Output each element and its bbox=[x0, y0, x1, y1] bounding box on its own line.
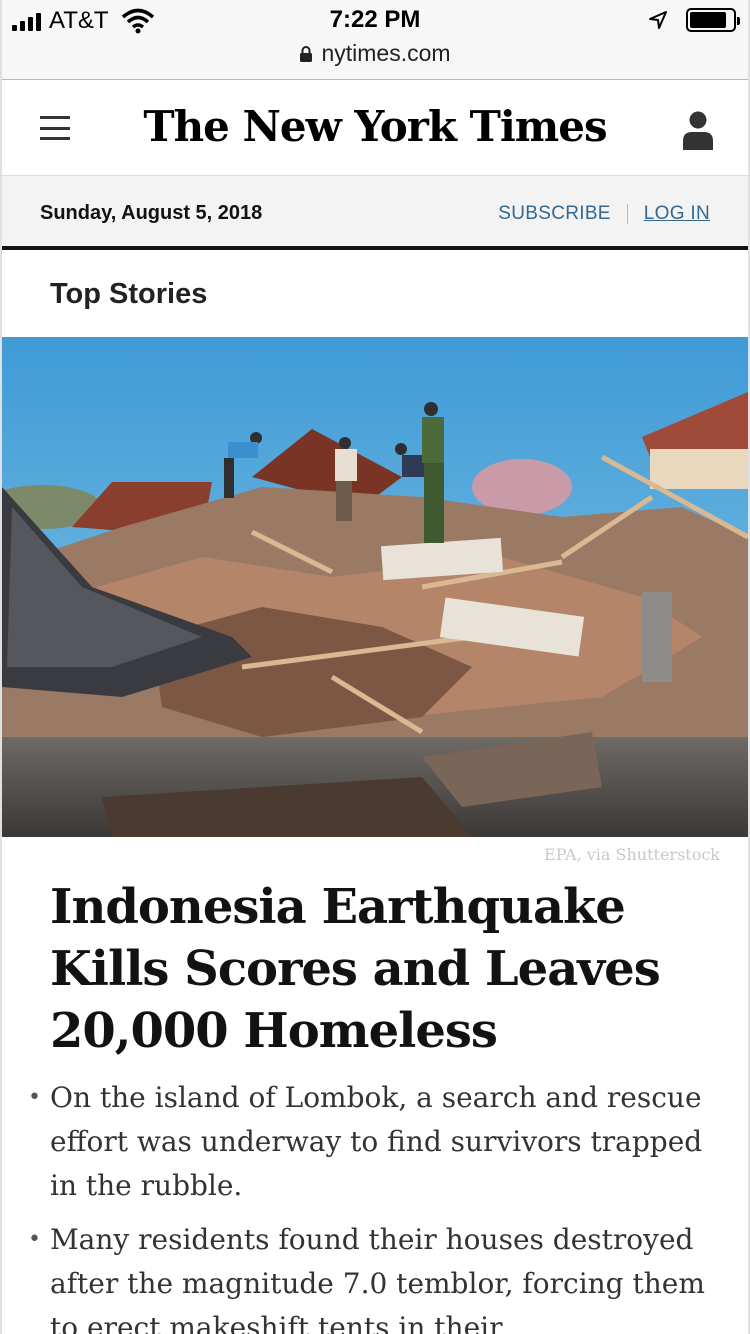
login-link[interactable]: LOG IN bbox=[644, 203, 710, 225]
battery-icon bbox=[686, 8, 740, 32]
lock-icon bbox=[300, 45, 313, 62]
address-bar[interactable]: nytimes.com bbox=[0, 40, 750, 67]
story-photo[interactable] bbox=[2, 337, 748, 837]
summary-bullet: Many residents found their houses destro… bbox=[28, 1218, 728, 1334]
url-text: nytimes.com bbox=[321, 40, 451, 66]
nyt-logo[interactable]: The New York Times bbox=[0, 102, 750, 151]
story-headline[interactable]: Indonesia Earthquake Kills Scores and Le… bbox=[50, 876, 710, 1062]
ios-status-bar: AT&T 7:22 PM nytimes.com bbox=[0, 0, 750, 80]
clock: 7:22 PM bbox=[329, 6, 421, 33]
current-date: Sunday, August 5, 2018 bbox=[40, 202, 263, 224]
date-bar: Sunday, August 5, 2018 SUBSCRIBE LOG IN bbox=[0, 176, 750, 250]
section-title: Top Stories bbox=[50, 278, 208, 310]
status-right bbox=[648, 8, 740, 32]
story-summary-list: On the island of Lombok, a search and re… bbox=[28, 1076, 728, 1334]
user-account-icon[interactable] bbox=[682, 110, 714, 150]
summary-bullet: On the island of Lombok, a search and re… bbox=[28, 1076, 728, 1208]
location-arrow-icon bbox=[649, 11, 667, 29]
subscribe-link[interactable]: SUBSCRIBE bbox=[498, 203, 611, 225]
divider bbox=[626, 204, 628, 224]
auth-links: SUBSCRIBE LOG IN bbox=[498, 203, 710, 225]
masthead: The New York Times bbox=[0, 80, 750, 176]
photo-credit: EPA, via Shutterstock bbox=[544, 845, 720, 864]
